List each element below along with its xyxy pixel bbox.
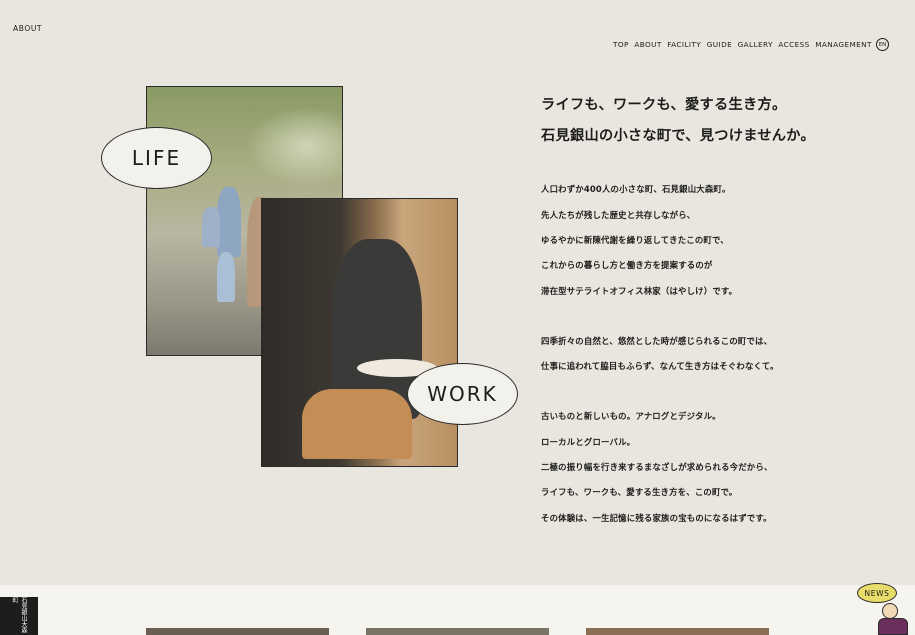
work-label: WORK <box>407 363 518 425</box>
body-line: 古いものと新しいもの。アナログとデジタル。 <box>541 411 721 421</box>
body-line: 仕事に追われて脇目もふらず、なんて生き方はそぐわなくて。 <box>541 361 779 371</box>
nav-about[interactable]: ABOUT <box>634 40 661 49</box>
headline-line-1: ライフも、ワークも、愛する生き方。 <box>541 97 787 113</box>
page-label: ABOUT <box>13 24 43 33</box>
gallery-thumbnail[interactable] <box>586 628 769 635</box>
body-line: ライフも、ワークも、愛する生き方を、この町で。 <box>541 487 738 497</box>
body-line: ゆるやかに新陳代謝を繰り返してきたこの町で、 <box>541 235 729 245</box>
nav-management[interactable]: MANAGEMENT <box>815 40 872 49</box>
gallery-thumbnail[interactable] <box>146 628 329 635</box>
small-child-figure <box>217 252 235 302</box>
child-figure <box>202 207 220 247</box>
nav-facility[interactable]: FACILITY <box>667 40 701 49</box>
father-figure <box>217 187 241 257</box>
body-line: 人口わずか400人の小さな町、石見銀山大森町。 <box>541 184 731 194</box>
nav-guide[interactable]: GUIDE <box>707 40 732 49</box>
body-line: 二極の振り幅を行き来するまなざしが求められる今だから、 <box>541 462 773 472</box>
body-line: その体験は、一生記憶に残る家族の宝ものになるはずです。 <box>541 513 772 523</box>
main-nav: TOP ABOUT FACILITY GUIDE GALLERY ACCESS … <box>613 40 872 49</box>
mascot-head <box>882 603 898 619</box>
chair-shape <box>302 389 412 459</box>
body-line: 滞在型サテライトオフィス林家（はやしけ）です。 <box>541 286 738 296</box>
work-photo <box>261 198 458 467</box>
nav-gallery[interactable]: GALLERY <box>738 40 773 49</box>
life-label: LIFE <box>101 127 212 189</box>
language-toggle-button[interactable]: EN <box>876 38 889 51</box>
body-line: 先人たちが残した歴史と共存しながら、 <box>541 210 696 220</box>
nav-access[interactable]: ACCESS <box>778 40 809 49</box>
nav-top[interactable]: TOP <box>613 40 629 49</box>
gallery-thumbnail[interactable] <box>366 628 549 635</box>
news-button[interactable]: NEWS <box>857 583 897 603</box>
body-line: 四季折々の自然と、悠然とした時が感じられるこの町では、 <box>541 336 773 346</box>
town-logo[interactable]: 石見銀山大森町 <box>0 597 38 635</box>
headline-line-2: 石見銀山の小さな町で、見つけませんか。 <box>541 128 815 144</box>
mascot-body <box>878 618 908 635</box>
body-line: ローカルとグローバル。 <box>541 437 636 447</box>
body-line: これからの暮らし方と働き方を提案するのが <box>541 260 713 270</box>
